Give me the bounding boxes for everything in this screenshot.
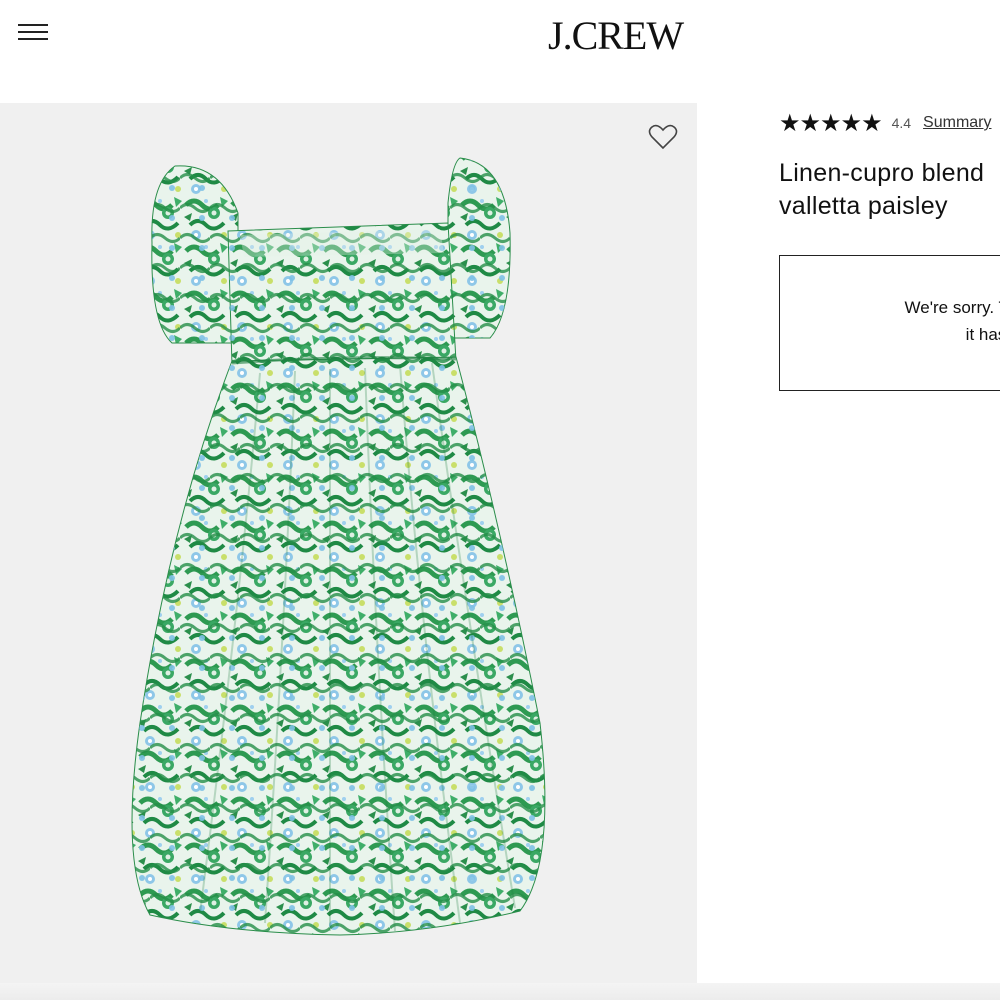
- star-rating-icon: ★★★★★: [779, 109, 883, 137]
- reviews-summary-link[interactable]: Summary: [923, 114, 991, 132]
- brand-logo[interactable]: J.CREW: [548, 12, 684, 59]
- heart-outline-icon[interactable]: [648, 123, 678, 151]
- product-info: ★★★★★ 4.4 Summary Linen-cupro blend vall…: [779, 103, 1000, 503]
- product-image[interactable]: [0, 103, 697, 983]
- notice-text: We're sorry. This item it has: [826, 294, 1000, 348]
- product-title-line1: Linen-cupro blend: [779, 159, 985, 187]
- bottom-strip: [0, 983, 1000, 1000]
- rating-value: 4.4: [891, 115, 912, 131]
- product-title-line2: valletta paisley: [779, 192, 948, 220]
- unavailable-notice: We're sorry. This item it has: [779, 255, 1000, 391]
- rating-row: ★★★★★ 4.4 Summary: [779, 109, 992, 137]
- product-image-gallery: [0, 103, 697, 983]
- notice-line2: it has: [965, 325, 1000, 344]
- product-title: Linen-cupro blend valletta paisley: [779, 157, 1000, 223]
- notice-line1: We're sorry. This item: [904, 298, 1000, 317]
- site-header: J.CREW: [0, 0, 1000, 90]
- hamburger-menu-icon[interactable]: [18, 22, 50, 44]
